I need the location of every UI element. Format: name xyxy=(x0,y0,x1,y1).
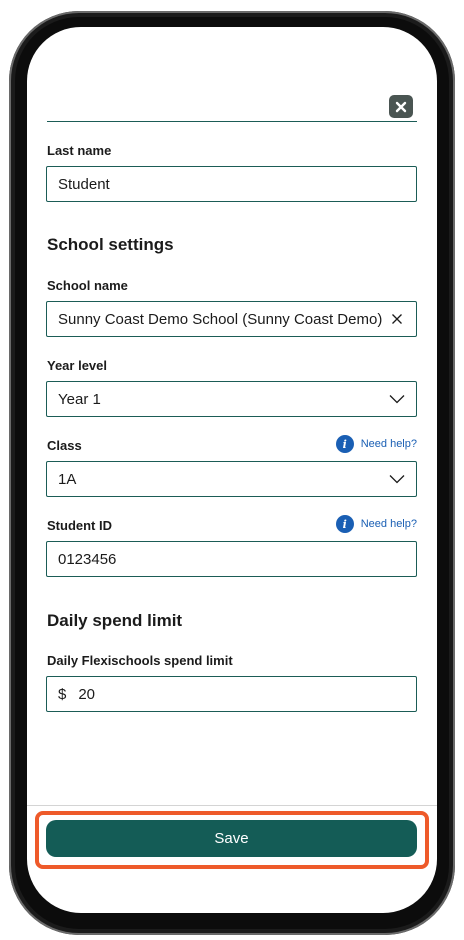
close-button[interactable] xyxy=(389,95,413,118)
school-name-value: Sunny Coast Demo School (Sunny Coast Dem… xyxy=(58,310,383,328)
chevron-down-icon xyxy=(389,395,405,404)
class-select[interactable]: 1A xyxy=(46,461,417,497)
info-icon: i xyxy=(335,435,354,453)
currency-symbol: $ xyxy=(58,685,67,703)
spend-limit-input[interactable]: $ 20 xyxy=(46,676,417,712)
year-level-select[interactable]: Year 1 xyxy=(46,381,417,417)
year-level-value: Year 1 xyxy=(58,390,101,408)
spend-limit-value: 20 xyxy=(78,685,96,703)
last-name-input[interactable]: Student xyxy=(46,166,417,202)
student-id-help-text: Need help? xyxy=(360,518,417,530)
close-icon xyxy=(395,101,407,112)
daily-spend-heading: Daily spend limit xyxy=(47,611,183,630)
school-settings-heading: School settings xyxy=(47,235,174,254)
class-value: 1A xyxy=(58,470,77,488)
student-id-help-link[interactable]: i Need help? xyxy=(335,515,417,533)
year-level-label: Year level xyxy=(47,358,107,373)
school-name-input[interactable]: Sunny Coast Demo School (Sunny Coast Dem… xyxy=(46,301,417,337)
student-id-input[interactable]: 0123456 xyxy=(46,541,417,577)
last-name-value: Student xyxy=(58,175,110,193)
class-label: Class xyxy=(47,438,82,453)
student-id-value: 0123456 xyxy=(58,550,117,568)
top-divider xyxy=(47,121,417,122)
save-button[interactable]: Save xyxy=(46,820,417,857)
spend-limit-label: Daily Flexischools spend limit xyxy=(47,653,233,668)
class-help-link[interactable]: i Need help? xyxy=(335,435,417,453)
chevron-down-icon xyxy=(389,475,405,484)
student-id-label: Student ID xyxy=(47,518,112,533)
footer-divider xyxy=(27,805,437,806)
screen: Last name Student School settings School… xyxy=(27,27,437,913)
last-name-label: Last name xyxy=(47,143,112,158)
class-help-text: Need help? xyxy=(360,438,417,450)
clear-icon[interactable] xyxy=(389,311,405,327)
info-icon: i xyxy=(335,515,354,533)
school-name-label: School name xyxy=(47,278,128,293)
